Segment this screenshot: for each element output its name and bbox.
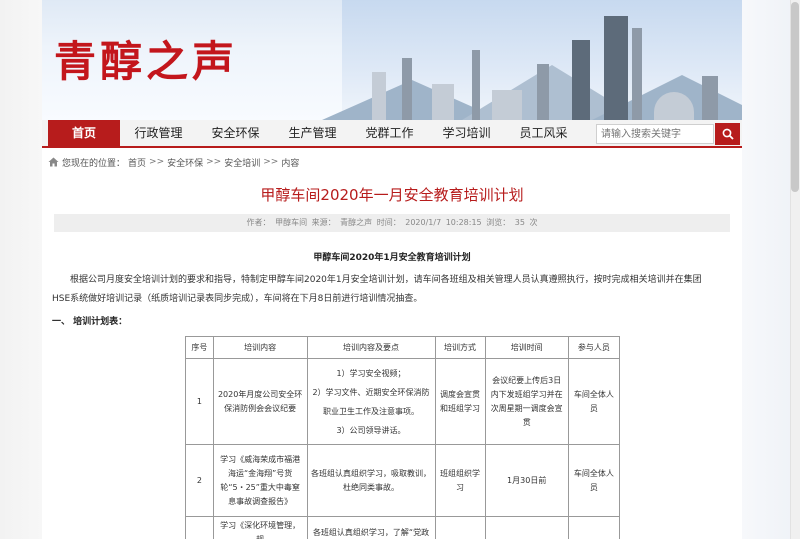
breadcrumb-training[interactable]: 安全培训: [224, 156, 260, 169]
article-subtitle: 甲醇车间2020年1月安全教育培训计划: [313, 253, 471, 263]
table-cell-time: 会议纪要上传后3日内下发班组学习并在次周星期一调度会宣贯: [484, 358, 569, 445]
table-cell-people: [567, 516, 621, 539]
table-point: 3）公司领导讲话。: [336, 425, 406, 435]
table-cell-points: 1）学习安全视频； 2）学习文件、近期安全环保消防职业卫生工作及注意事项。 3）…: [306, 358, 436, 445]
table-cell-points: 各班组认真组织学习，了解“党政: [306, 516, 436, 539]
banner-photo: [322, 0, 742, 120]
table-cell-method: [434, 516, 486, 539]
table-header-cell: 培训时间: [484, 336, 569, 359]
search-icon: [722, 128, 734, 140]
table-header-cell: 参与人员: [567, 336, 621, 359]
breadcrumb-separator: >>: [263, 157, 279, 167]
breadcrumb-current: 内容: [281, 158, 300, 169]
table-header-cell: 培训内容: [212, 336, 308, 359]
table-header-cell: 培训方式: [434, 336, 486, 359]
article-paragraph: 根据公司月度安全培训计划的要求和指导，特制定甲醇车间2020年1月安全培训计划，…: [52, 275, 702, 304]
page-scrollbar[interactable]: [790, 0, 800, 539]
breadcrumb: 您现在的位置： 首页 >> 安全环保 >> 安全培训 >> 内容: [48, 154, 299, 170]
table-cell-people: 车间全体人员: [567, 358, 621, 445]
page-side-left: [0, 0, 42, 539]
breadcrumb-prefix: 您现在的位置：: [62, 158, 126, 169]
site-logo-title[interactable]: 青醇之声: [54, 28, 238, 89]
table-header-row: 序号 培训内容 培训内容及要点 培训方式 培训时间 参与人员: [185, 336, 621, 359]
nav-item-party[interactable]: 党群工作: [351, 120, 428, 146]
table-cell-method: 班组组织学习: [434, 444, 486, 517]
table-cell-content: 学习《深化环境管理，规: [212, 516, 308, 539]
section-heading: 一、 培训计划表：: [52, 317, 128, 327]
scrollbar-thumb[interactable]: [791, 2, 799, 192]
article-title: 甲醇车间2020年一月安全教育培训计划: [260, 186, 524, 204]
training-plan-table: 序号 培训内容 培训内容及要点 培训方式 培训时间 参与人员 1 2020年月度…: [185, 336, 621, 539]
table-cell-time: [484, 516, 569, 539]
table-cell-no: 2: [185, 444, 214, 517]
search-button[interactable]: [715, 123, 740, 145]
table-point: 1）学习安全视频；: [336, 368, 406, 378]
nav-item-production[interactable]: 生产管理: [274, 120, 351, 146]
nav-item-staff[interactable]: 员工风采: [505, 120, 582, 146]
table-cell-time: 1月30日前: [484, 444, 569, 517]
breadcrumb-safety[interactable]: 安全环保: [167, 156, 203, 169]
nav-item-home[interactable]: 首页: [48, 120, 120, 146]
table-point: 各班组认真组织学习，吸取教训，杜绝同类事故。: [311, 468, 432, 492]
table-cell-content: 2020年月度公司安全环保消防例会会议纪要: [212, 358, 308, 445]
table-header-cell: 培训内容及要点: [306, 336, 436, 359]
table-point: 各班组认真组织学习，了解“党政: [312, 528, 430, 537]
table-cell-content: 学习《威海荣成市福港海运“金海翔”号货轮“5・25”重大中毒窒息事故调查报告》: [212, 444, 308, 517]
main-nav: 首页 行政管理 安全环保 生产管理 党群工作 学习培训 员工风采: [42, 120, 742, 148]
breadcrumb-separator: >>: [206, 157, 222, 167]
nav-item-admin[interactable]: 行政管理: [120, 120, 197, 146]
home-icon: [48, 157, 59, 167]
table-point: 2）学习文件、近期安全环保消防职业卫生工作及注意事项。: [312, 387, 430, 416]
site-banner: 青醇之声: [42, 0, 742, 120]
table-row: 2 学习《威海荣成市福港海运“金海翔”号货轮“5・25”重大中毒窒息事故调查报告…: [185, 444, 621, 517]
table-row: 学习《深化环境管理，规 各班组认真组织学习，了解“党政: [185, 516, 621, 539]
nav-item-safety[interactable]: 安全环保: [197, 120, 274, 146]
table-cell-people: 车间全体人员: [567, 444, 621, 517]
nav-item-training[interactable]: 学习培训: [428, 120, 505, 146]
breadcrumb-home[interactable]: 首页: [128, 156, 146, 169]
article: 甲醇车间2020年一月安全教育培训计划 作者： 甲醇车间 来源： 青醇之声 时间…: [42, 176, 742, 539]
table-row: 1 2020年月度公司安全环保消防例会会议纪要 1）学习安全视频； 2）学习文件…: [185, 358, 621, 445]
breadcrumb-separator: >>: [149, 157, 165, 167]
article-meta: 作者： 甲醇车间 来源： 青醇之声 时间： 2020/1/7 10:28:15 …: [54, 214, 730, 232]
table-header-cell: 序号: [185, 336, 214, 359]
search-input[interactable]: [596, 124, 714, 144]
table-cell-no: 1: [185, 358, 214, 445]
table-cell-points: 各班组认真组织学习，吸取教训，杜绝同类事故。: [306, 444, 436, 517]
table-cell-method: 调度会宣贯和班组学习: [434, 358, 486, 445]
table-cell-no: [185, 516, 214, 539]
